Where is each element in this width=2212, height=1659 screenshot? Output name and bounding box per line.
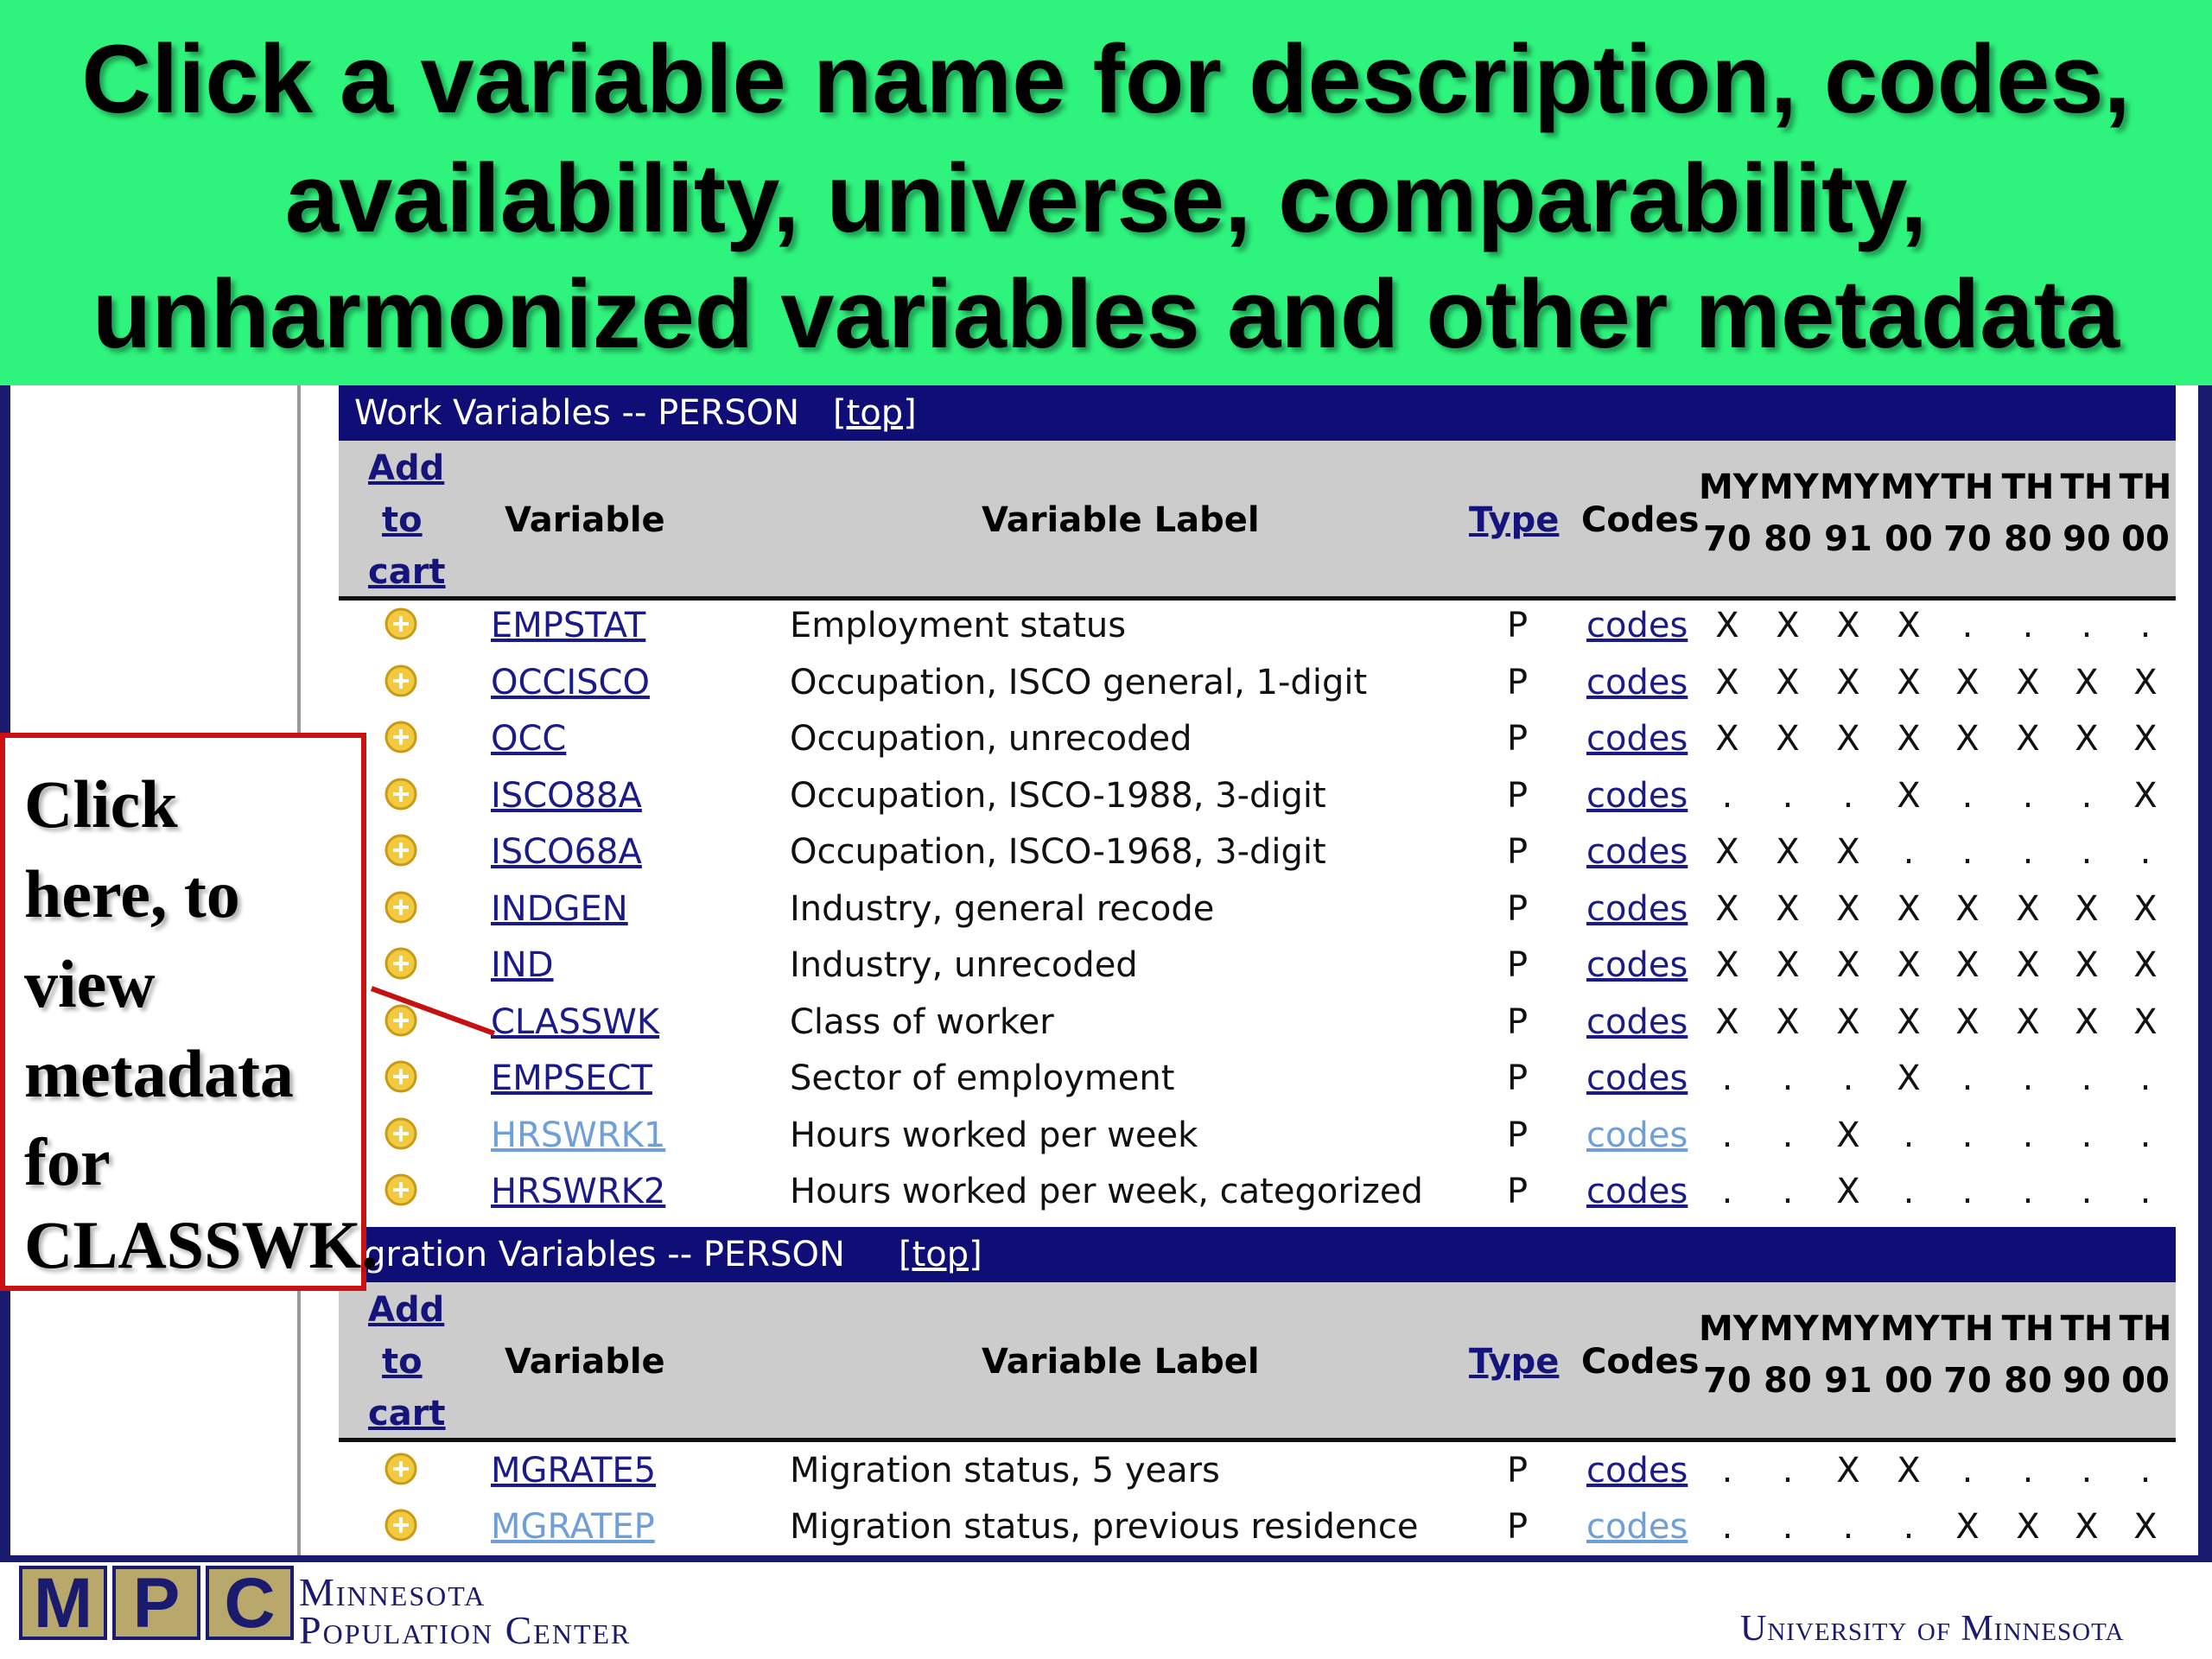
logo-letter-c: C (206, 1566, 294, 1640)
org-name-line-1: Minnesota (299, 1570, 486, 1614)
org-name-line-2: Population Center (299, 1608, 632, 1652)
logo-letter-p: P (112, 1566, 200, 1640)
callout-pointer (370, 986, 496, 1036)
logo-letter-m: M (19, 1566, 107, 1640)
footer-rule (0, 1555, 2212, 1562)
callout-pointer-line (370, 986, 496, 1036)
university-name: University of Minnesota (1740, 1609, 2125, 1649)
